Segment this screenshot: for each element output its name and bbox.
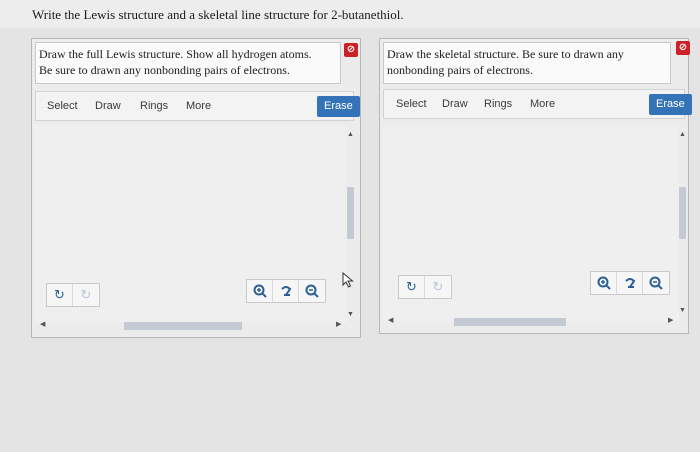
instruction-line: Draw the full Lewis structure. Show all …	[39, 47, 312, 61]
drawing-toolbar: Select Draw Rings More Erase	[35, 91, 360, 121]
question-text: Write the Lewis structure and a skeletal…	[32, 7, 404, 22]
zoom-in-icon[interactable]	[591, 272, 617, 294]
reset-zoom-icon[interactable]	[273, 280, 299, 302]
tool-draw[interactable]: Draw	[95, 100, 121, 112]
vertical-scrollbar[interactable]: ▲ ▼	[678, 131, 686, 323]
horizontal-scrollbar[interactable]: ◀ ▶	[38, 320, 341, 330]
tool-more[interactable]: More	[186, 100, 211, 112]
scroll-up-icon[interactable]: ▲	[679, 131, 686, 138]
redo-icon[interactable]: ↻	[425, 276, 451, 298]
scroll-right-icon[interactable]: ▶	[336, 320, 341, 328]
mouse-cursor-icon	[342, 272, 354, 288]
instruction-line: nonbonding pairs of electrons.	[387, 63, 533, 77]
scroll-left-icon[interactable]: ◀	[40, 320, 45, 328]
instruction-line: Be sure to drawn any nonbonding pairs of…	[39, 63, 290, 77]
undo-redo-group: ↻ ↻	[46, 283, 100, 307]
instruction-line: Draw the skeletal structure. Be sure to …	[387, 47, 624, 61]
redo-icon[interactable]: ↻	[73, 284, 99, 306]
lewis-structure-panel: Draw the full Lewis structure. Show all …	[31, 38, 361, 338]
instruction-box: Draw the full Lewis structure. Show all …	[35, 42, 341, 84]
erase-button[interactable]: Erase	[317, 96, 360, 117]
instruction-text: Draw the full Lewis structure. Show all …	[39, 46, 312, 78]
zoom-controls	[246, 279, 326, 303]
scroll-left-icon[interactable]: ◀	[388, 316, 393, 324]
error-badge-icon[interactable]: ⊘	[676, 41, 690, 55]
scroll-down-icon[interactable]: ▼	[679, 307, 686, 314]
tool-draw[interactable]: Draw	[442, 98, 468, 110]
scroll-thumb[interactable]	[347, 187, 354, 239]
vertical-scrollbar[interactable]: ▲ ▼	[346, 131, 354, 323]
instruction-box: Draw the skeletal structure. Be sure to …	[383, 42, 671, 84]
skeletal-structure-panel: Draw the skeletal structure. Be sure to …	[379, 38, 692, 334]
scroll-right-icon[interactable]: ▶	[668, 316, 673, 324]
tool-select[interactable]: Select	[396, 98, 427, 110]
undo-redo-group: ↻ ↻	[398, 275, 452, 299]
scroll-up-icon[interactable]: ▲	[347, 131, 354, 138]
undo-icon[interactable]: ↻	[47, 284, 73, 306]
instruction-text: Draw the skeletal structure. Be sure to …	[387, 46, 624, 78]
erase-button[interactable]: Erase	[649, 94, 692, 115]
tool-rings[interactable]: Rings	[484, 98, 512, 110]
horizontal-scrollbar[interactable]: ◀ ▶	[386, 316, 673, 326]
error-badge-icon[interactable]: ⊘	[344, 43, 358, 57]
scroll-thumb[interactable]	[124, 322, 242, 330]
drawing-toolbar: Select Draw Rings More Erase	[383, 89, 692, 119]
tool-rings[interactable]: Rings	[140, 100, 168, 112]
undo-icon[interactable]: ↻	[399, 276, 425, 298]
scroll-thumb[interactable]	[679, 187, 686, 239]
zoom-in-icon[interactable]	[247, 280, 273, 302]
tool-more[interactable]: More	[530, 98, 555, 110]
reset-zoom-icon[interactable]	[617, 272, 643, 294]
tool-select[interactable]: Select	[47, 100, 78, 112]
scroll-down-icon[interactable]: ▼	[347, 311, 354, 318]
zoom-controls	[590, 271, 670, 295]
zoom-out-icon[interactable]	[643, 272, 669, 294]
zoom-out-icon[interactable]	[299, 280, 325, 302]
scroll-thumb[interactable]	[454, 318, 566, 326]
